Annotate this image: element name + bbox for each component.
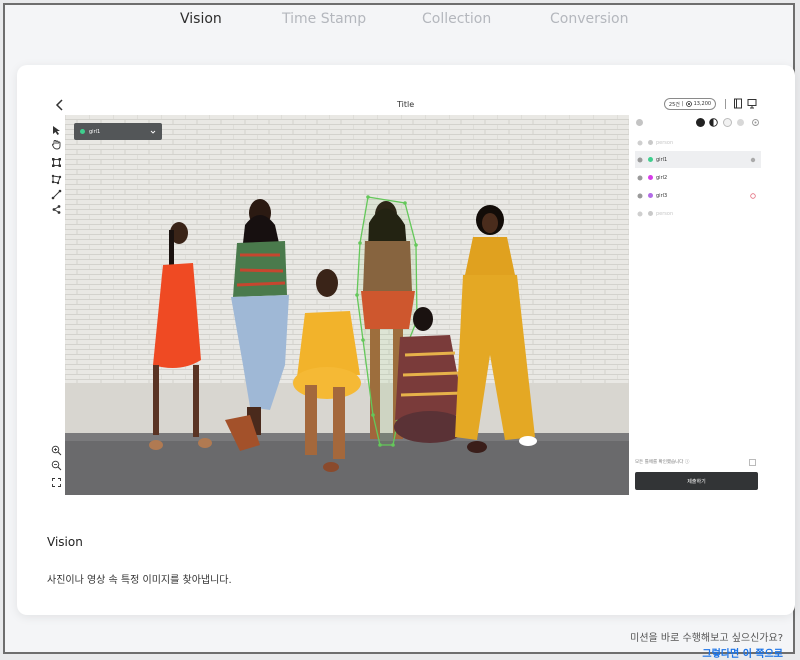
tool-sidebar: [47, 125, 67, 505]
zoom-out-icon[interactable]: [51, 460, 62, 471]
visibility-icon[interactable]: [635, 118, 644, 127]
view-mode-toolbar: [631, 115, 761, 131]
credit-amount: 13,200: [693, 101, 712, 107]
chevron-down-icon: [150, 130, 156, 134]
mode-half-icon[interactable]: [709, 118, 718, 127]
object-item-person-1[interactable]: person: [635, 134, 761, 151]
object-color-dot: [648, 211, 653, 216]
tab-time-stamp[interactable]: Time Stamp: [282, 11, 366, 27]
eye-icon[interactable]: [637, 157, 643, 163]
credit-badge: 25건 | 13,200: [664, 98, 716, 110]
submit-button[interactable]: 제출하기: [635, 472, 758, 490]
section-title: Vision: [47, 535, 83, 549]
mode-fill-button[interactable]: [696, 118, 705, 127]
mode-hidden-button[interactable]: [737, 119, 744, 126]
object-item-girl1[interactable]: girl1: [635, 151, 761, 168]
object-label: girl2: [656, 174, 668, 181]
object-color-dot: [648, 193, 653, 198]
confirm-row: 모든 틀에를 확인했습니다 ⓘ: [635, 457, 761, 467]
eye-icon[interactable]: [637, 211, 643, 217]
object-item-girl2[interactable]: girl2: [635, 169, 761, 186]
object-select-value: girl1: [89, 128, 101, 135]
object-label: person: [656, 210, 674, 217]
fit-screen-icon[interactable]: [51, 477, 62, 488]
monitor-icon[interactable]: [747, 98, 757, 109]
back-chevron-icon[interactable]: [53, 98, 67, 112]
line-icon[interactable]: [51, 189, 62, 200]
polygon-icon[interactable]: [51, 174, 62, 185]
header-divider: [725, 99, 726, 109]
keypoint-icon[interactable]: [51, 204, 62, 215]
window-frame: Vision Time Stamp Collection Conversion …: [3, 3, 795, 660]
tab-conversion[interactable]: Conversion: [550, 11, 629, 27]
content-card: Title 25건 | 13,200 girl1 person girl1 gi…: [17, 65, 795, 615]
object-select-dropdown[interactable]: girl1: [74, 123, 162, 140]
pointer-icon[interactable]: [51, 125, 62, 136]
confirm-checkbox[interactable]: [749, 458, 756, 466]
photo-image: [65, 115, 629, 495]
object-color-dot: [648, 140, 653, 145]
credit-count: 25건: [668, 101, 680, 108]
object-item-girl3[interactable]: girl3: [635, 187, 761, 204]
tab-collection[interactable]: Collection: [422, 11, 491, 27]
bounding-box-icon[interactable]: [51, 157, 62, 168]
editor-header: Title 25건 | 13,200: [17, 65, 795, 115]
object-color-dot: [648, 157, 653, 162]
object-color-dot: [648, 175, 653, 180]
tab-bar: Vision Time Stamp Collection Conversion: [5, 11, 793, 35]
objects-panel: person girl1 girl2 girl3 person 모든 틀에를 확…: [631, 115, 761, 495]
object-color-dot: [80, 129, 85, 134]
eye-icon[interactable]: [637, 175, 643, 181]
editor-title: Title: [397, 100, 415, 109]
annotation-canvas[interactable]: girl1: [65, 115, 629, 495]
object-item-person-2[interactable]: person: [635, 205, 761, 222]
tab-vision[interactable]: Vision: [180, 11, 222, 27]
book-icon[interactable]: [733, 98, 743, 109]
settings-icon[interactable]: [751, 118, 760, 127]
zoom-in-icon[interactable]: [51, 445, 62, 456]
object-label: person: [656, 139, 674, 146]
object-label: girl3: [656, 192, 668, 199]
cta-question: 미션을 바로 수행해보고 싶으신가요?: [630, 633, 783, 644]
eye-icon[interactable]: [637, 193, 643, 199]
cta-link[interactable]: 그렇다면 이 쪽으로: [702, 645, 783, 660]
hand-icon[interactable]: [51, 139, 62, 150]
object-label: girl1: [656, 156, 668, 163]
warning-icon: [750, 192, 756, 199]
mode-outline-button[interactable]: [723, 118, 732, 127]
credit-divider: |: [681, 101, 684, 107]
section-description: 사진이나 영상 속 특정 이미지를 찾아냅니다.: [47, 575, 232, 586]
confirm-label: 모든 틀에를 확인했습니다 ⓘ: [635, 460, 690, 465]
coin-icon: [685, 101, 692, 107]
eye-icon[interactable]: [637, 140, 643, 146]
options-icon[interactable]: [750, 157, 756, 163]
